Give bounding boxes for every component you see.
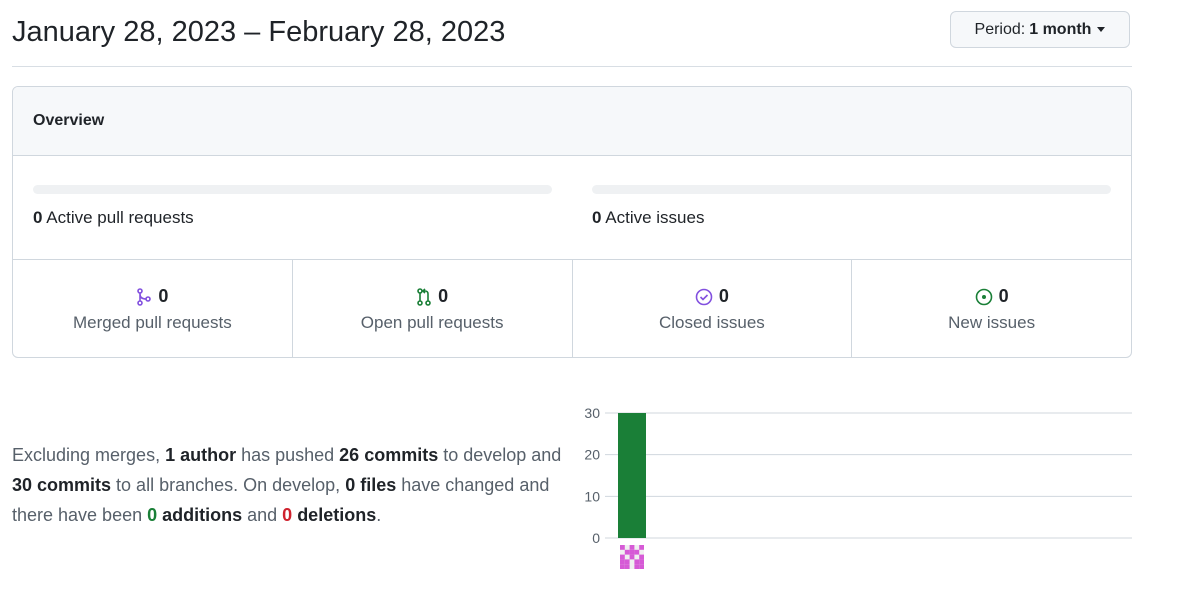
active-prs-link[interactable]: 0 Active pull requests: [33, 208, 194, 228]
period-dropdown[interactable]: Period: 1 month: [950, 11, 1130, 48]
y-tick-label: 0: [592, 530, 600, 546]
active-issues-bar: [592, 185, 1111, 194]
identicon-pixel: [620, 545, 625, 550]
merged-prs-label: Merged pull requests: [72, 313, 232, 332]
new-issues-cell[interactable]: 0 New issues: [852, 260, 1131, 357]
git-merge-icon: [137, 287, 152, 306]
summary-text: Excluding merges,: [12, 445, 166, 465]
identicon-pixel: [629, 545, 635, 550]
summary-text: has pushed: [236, 445, 340, 465]
additions-count: 0: [147, 505, 158, 525]
identicon-pixel: [620, 564, 625, 569]
summary-text: .: [376, 505, 382, 525]
active-issues-link[interactable]: 0 Active issues: [592, 208, 704, 228]
divider: [12, 66, 1132, 67]
files-changed: 0 files: [345, 475, 397, 495]
all-commits: 30 commits: [12, 475, 112, 495]
y-tick-label: 20: [584, 447, 600, 463]
new-issues-count: 0: [998, 286, 1009, 306]
active-prs-label: Active pull requests: [46, 208, 194, 227]
identicon-pixel: [634, 559, 640, 565]
deletions-count: 0: [282, 505, 293, 525]
closed-issues-label: Closed issues: [658, 313, 765, 332]
identicon-pixel: [620, 559, 625, 565]
bar-author-1: [618, 413, 646, 538]
active-issues-label: Active issues: [605, 208, 705, 227]
open-prs-cell[interactable]: 0 Open pull requests: [293, 260, 573, 357]
identicon-pixel: [620, 554, 625, 560]
y-tick-label: 30: [584, 405, 600, 421]
summary-text: to develop and: [438, 445, 562, 465]
active-prs-bar: [33, 185, 552, 194]
branch-commits: 26 commits: [339, 445, 439, 465]
identicon-pixel: [639, 545, 644, 550]
authors-count: 1 author: [165, 445, 237, 465]
identicon-pixel: [634, 564, 640, 569]
closed-issues-cell[interactable]: 0 Closed issues: [573, 260, 853, 357]
summary-text: and: [242, 505, 283, 525]
merged-prs-cell[interactable]: 0 Merged pull requests: [13, 260, 293, 357]
identicon-pixel: [629, 549, 635, 555]
deletions-label: deletions: [292, 505, 377, 525]
closed-issues-count: 0: [718, 286, 729, 306]
page-title: January 28, 2023 – February 28, 2023: [12, 16, 506, 48]
active-issues-count: 0: [592, 208, 602, 227]
identicon-pixel: [624, 564, 630, 569]
identicon-pixel: [639, 559, 644, 565]
commit-summary: Excluding merges, 1 author has pushed 26…: [12, 440, 577, 530]
merged-prs-count: 0: [158, 286, 169, 306]
identicon-pixel: [629, 554, 635, 560]
period-value: 1 month: [1029, 20, 1092, 38]
additions-label: additions: [157, 505, 243, 525]
issue-closed-icon: [695, 288, 713, 305]
open-prs-label: Open pull requests: [360, 313, 504, 332]
period-label: Period:: [974, 20, 1026, 38]
identicon-pixel: [624, 559, 630, 565]
active-prs-count: 0: [33, 208, 43, 227]
commits-chart: 0 10 20 30: [584, 405, 1132, 569]
caret-down-icon: [1097, 27, 1106, 32]
overview-panel: Overview 0 Active pull requests 0 Active…: [12, 86, 1132, 358]
new-issues-label: New issues: [948, 313, 1036, 332]
identicon-pixel: [634, 549, 640, 555]
issue-opened-icon: [975, 288, 992, 305]
git-pull-request-icon: [417, 287, 431, 306]
summary-text: to all branches. On develop,: [111, 475, 346, 495]
identicon-pixel: [639, 564, 644, 569]
y-tick-label: 10: [584, 488, 600, 504]
open-prs-count: 0: [438, 286, 449, 306]
overview-title: Overview: [13, 87, 1131, 156]
identicon-pixel: [639, 554, 644, 560]
identicon-pixel: [624, 549, 630, 555]
